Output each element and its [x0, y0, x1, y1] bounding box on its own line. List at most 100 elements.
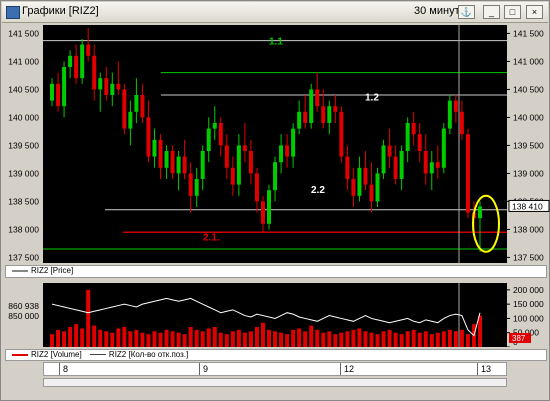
- candle-body: [260, 201, 265, 224]
- volume-axis-right: 200 000150 000100 00050 0000387: [507, 285, 544, 347]
- volume-bar: [387, 329, 392, 347]
- candle-body: [477, 206, 482, 219]
- candle-body: [140, 95, 145, 118]
- volume-bar: [339, 332, 344, 347]
- volume-bar: [158, 332, 163, 347]
- volume-bar: [453, 331, 458, 347]
- candle-body: [98, 78, 103, 90]
- volume-bar: [260, 322, 265, 347]
- volume-bar: [285, 334, 290, 347]
- volume-bar: [146, 334, 151, 347]
- time-tick-13: 13: [481, 364, 492, 374]
- volume-bar: [423, 331, 428, 347]
- candle-body: [333, 106, 338, 112]
- price-tick-label-left: 141 500: [8, 28, 39, 38]
- volume-bar: [140, 332, 145, 347]
- annotation-1.2: 1.2: [365, 93, 379, 104]
- candle-body: [110, 83, 115, 95]
- minimize-button[interactable]: _: [483, 5, 500, 19]
- candle-body: [465, 134, 470, 213]
- volume-bar: [56, 329, 61, 347]
- volume-bar: [176, 332, 181, 347]
- candle-body: [309, 89, 314, 123]
- candle-body: [152, 139, 157, 157]
- annotation-1.1: 1.1: [269, 37, 283, 48]
- volume-bar: [279, 332, 284, 347]
- open-interest-line: [51, 297, 481, 337]
- volume-bar: [236, 329, 241, 347]
- timeframe-label[interactable]: 30 минут: [414, 5, 460, 17]
- price-legend: RIZ2 [Price]: [5, 265, 547, 278]
- time-tick-9: 9: [203, 364, 209, 374]
- candle-body: [92, 55, 97, 90]
- horizontal-scrollbar[interactable]: [43, 378, 507, 387]
- price-axis-left: 141 500 141 000 140 500 140 000 139 500 139 0…: [8, 28, 39, 262]
- volume-bar: [411, 329, 416, 347]
- price-tick-label-left: 140 500: [8, 84, 39, 94]
- price-chart-area[interactable]: 1.1 1.2 2.2 2.1.: [43, 25, 507, 263]
- volume-bar: [297, 328, 302, 347]
- volume-tick-label: 200 000: [513, 285, 544, 295]
- candle-body: [62, 67, 67, 107]
- candle-body: [435, 162, 440, 168]
- volume-bar: [435, 332, 440, 347]
- window-title: Графики [RIZ2]: [22, 5, 99, 17]
- candle-body: [50, 83, 55, 101]
- candle-body: [74, 55, 79, 79]
- price-tick-label-left: 139 500: [8, 140, 39, 150]
- time-divider: [477, 363, 478, 375]
- volume-bar: [333, 334, 338, 347]
- candle-body: [56, 83, 61, 107]
- current-price-label: 138 410: [512, 201, 543, 211]
- candle-body: [230, 167, 235, 185]
- highlight-ellipse: [472, 194, 500, 253]
- chart-window: Графики [RIZ2] 30 минут ⚓ _ □ × 1.1 1.2 2.…: [0, 0, 550, 401]
- volume-bar: [98, 329, 103, 347]
- maximize-button[interactable]: □: [504, 5, 521, 19]
- time-divider: [199, 363, 200, 375]
- title-bar[interactable]: Графики [RIZ2] 30 минут ⚓ _ □ ×: [2, 2, 548, 23]
- volume-bar: [206, 328, 211, 347]
- candle-body: [254, 173, 259, 202]
- volume-left-label: 850 000: [8, 311, 39, 321]
- volume-bar: [164, 329, 169, 347]
- candle-body: [291, 128, 296, 157]
- candle-body: [411, 123, 416, 135]
- candle-body: [279, 145, 284, 163]
- anchor-button[interactable]: ⚓: [458, 5, 475, 19]
- volume-bar: [447, 329, 452, 347]
- volume-bar: [399, 334, 404, 347]
- price-tick-label-left: 138 000: [8, 224, 39, 234]
- volume-bar: [351, 329, 356, 347]
- candle-body: [182, 156, 187, 174]
- candle-body: [194, 179, 199, 196]
- candle-body: [158, 139, 163, 168]
- close-button[interactable]: ×: [526, 5, 543, 19]
- candle-body: [224, 145, 229, 168]
- candle-body: [170, 151, 175, 174]
- time-divider: [59, 363, 60, 375]
- price-tick-label-left: 137 500: [8, 252, 39, 262]
- current-volume-label: 387: [512, 334, 526, 343]
- volume-legend-swatch: [12, 353, 28, 356]
- volume-bar: [477, 315, 482, 347]
- volume-bar: [248, 331, 253, 347]
- volume-bar: [170, 331, 175, 347]
- candle-body: [267, 190, 272, 224]
- volume-bar: [405, 331, 410, 347]
- time-axis[interactable]: 8 9 12 13: [43, 362, 507, 376]
- candle-body: [303, 111, 308, 123]
- volume-bar: [465, 334, 470, 347]
- candle-body: [188, 173, 193, 196]
- volume-bar: [134, 329, 139, 347]
- candle-body: [315, 89, 320, 107]
- volume-bar: [327, 331, 332, 347]
- candle-body: [369, 184, 374, 202]
- candle-body: [387, 145, 392, 157]
- volume-bar: [267, 329, 272, 347]
- volume-chart-area[interactable]: [43, 283, 507, 347]
- volume-bar: [224, 334, 229, 347]
- annotation-2.2: 2.2: [311, 185, 325, 196]
- time-tick-8: 8: [63, 364, 69, 374]
- volume-bar: [315, 329, 320, 347]
